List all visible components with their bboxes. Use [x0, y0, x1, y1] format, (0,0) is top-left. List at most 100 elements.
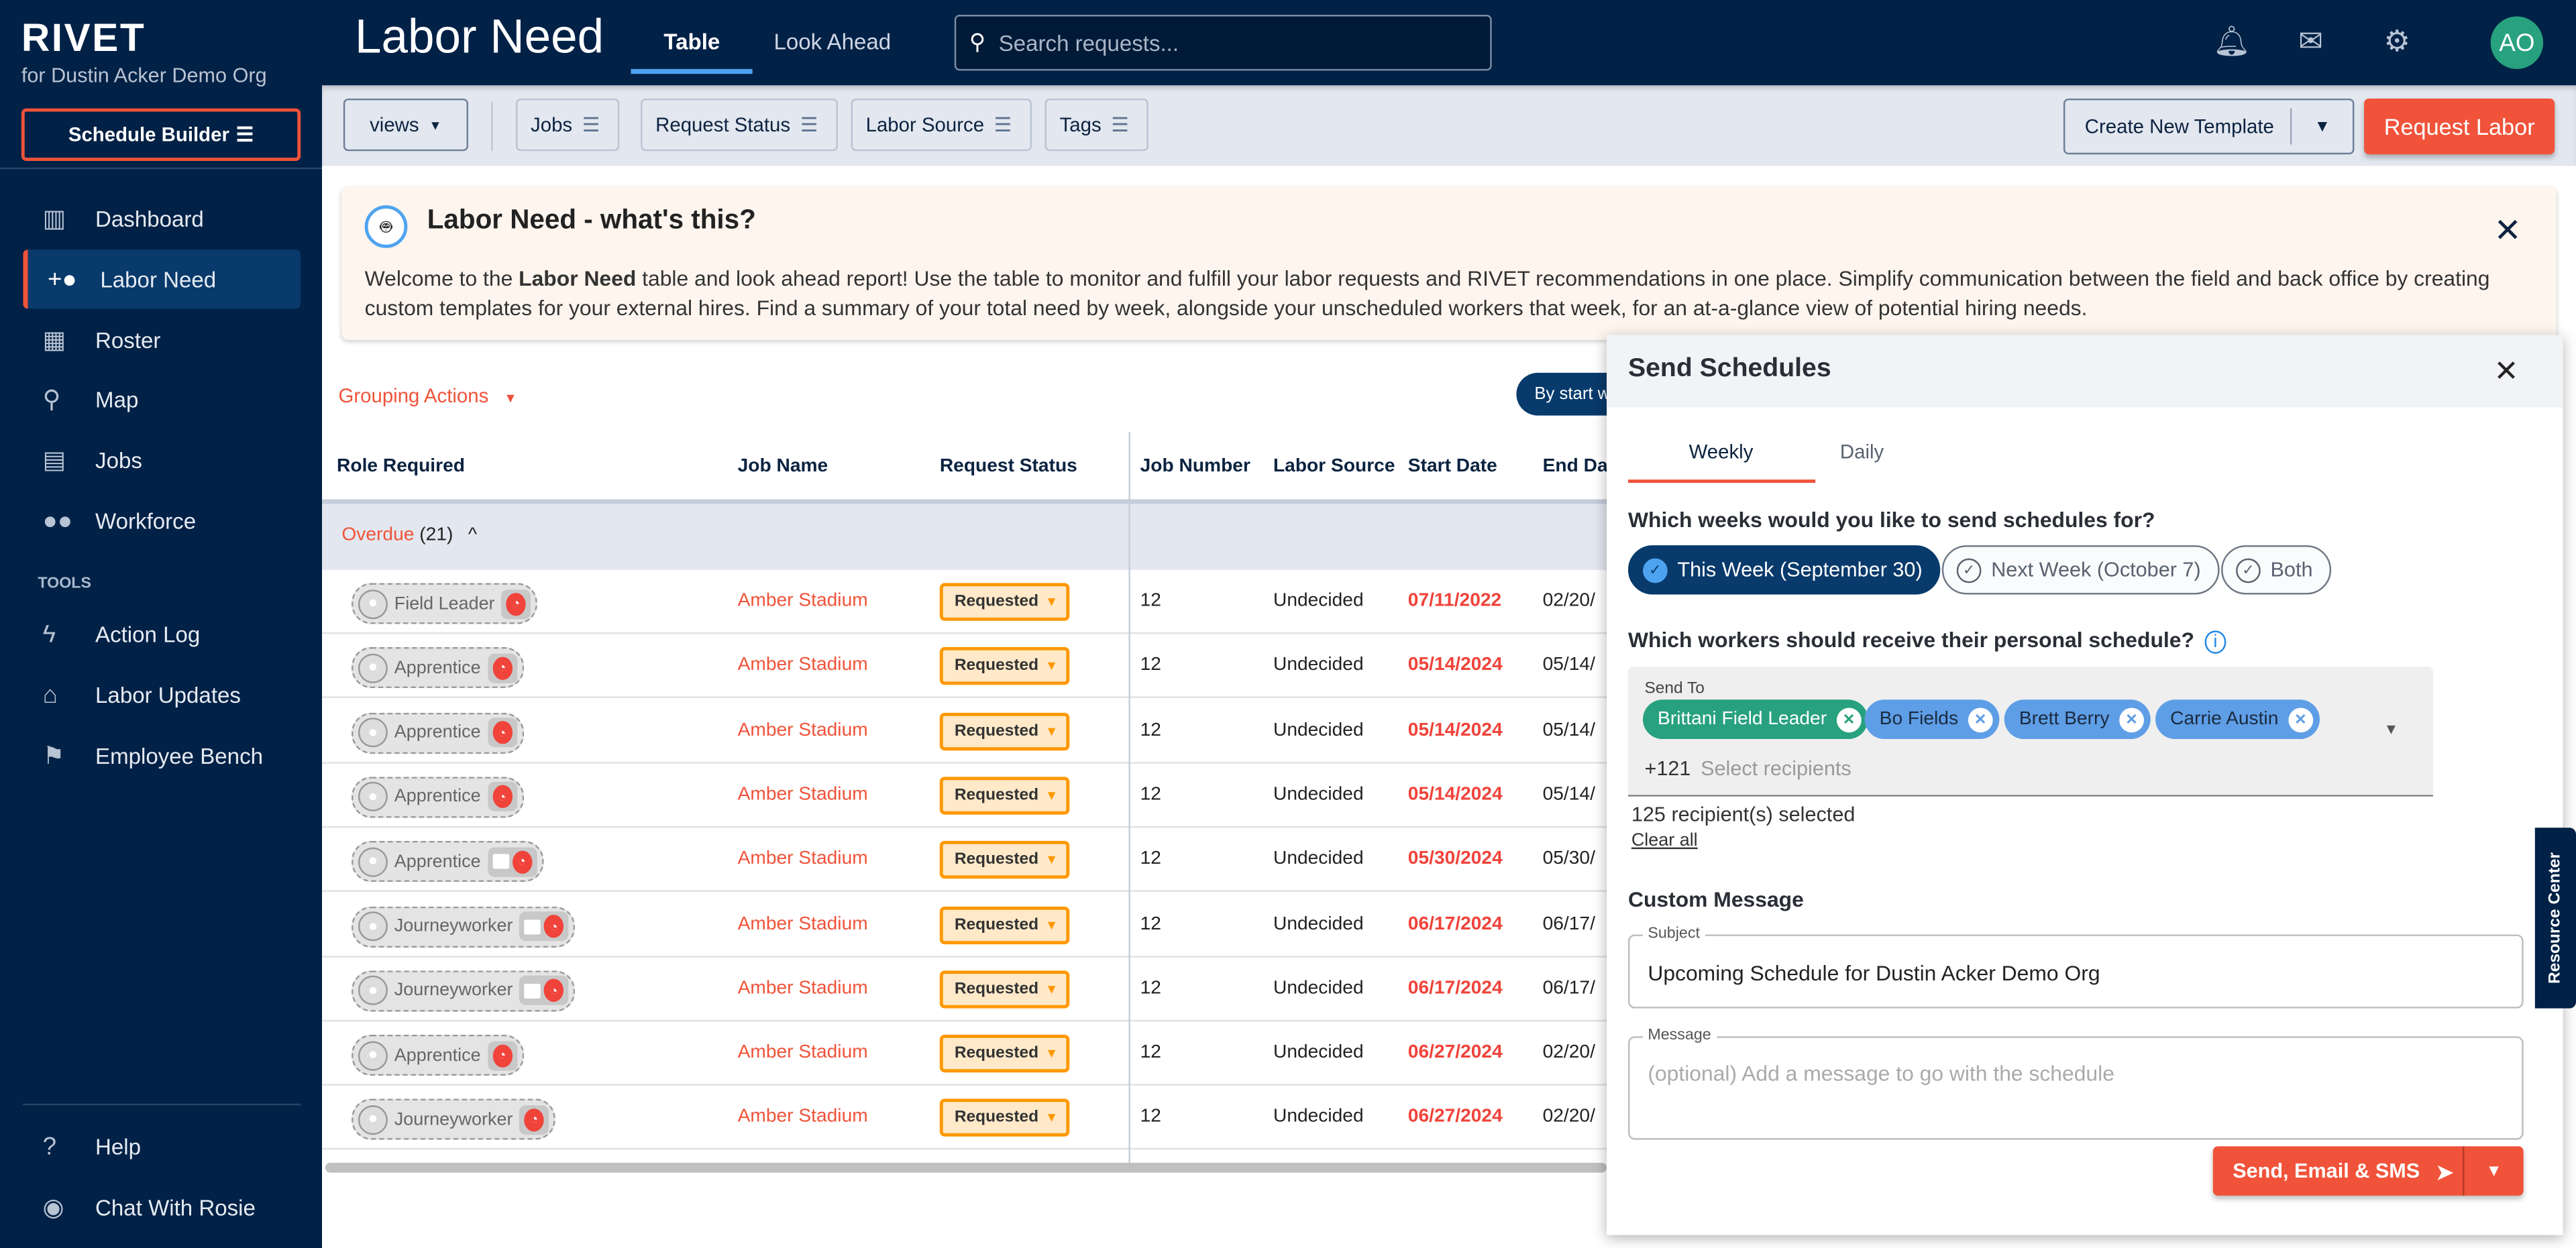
mail-icon[interactable]: ✉	[2298, 25, 2323, 59]
col-start-date[interactable]: Start Date	[1408, 457, 1497, 476]
info-icon[interactable]: i	[2205, 630, 2226, 654]
role-chip[interactable]: ● Field Leader ◔	[352, 583, 538, 624]
role-chip[interactable]: ● Apprentice ◔	[352, 1035, 524, 1076]
role-chip[interactable]: ● Apprentice ◔	[352, 841, 543, 883]
role-chip[interactable]: ● Apprentice ◔	[352, 777, 524, 818]
remove-icon[interactable]: ✕	[2119, 707, 2144, 732]
message-field[interactable]: Message	[1627, 1026, 2524, 1140]
create-template-label[interactable]: Create New Template	[2065, 108, 2292, 145]
recipient-chip[interactable]: Brett Berry ✕	[2004, 699, 2151, 740]
sidebar-item-jobs[interactable]: ▤ Jobs	[23, 431, 301, 490]
resource-center-tab[interactable]: Resource Center	[2534, 828, 2576, 1009]
search-input[interactable]	[998, 30, 1459, 56]
clear-all-link[interactable]: Clear all	[1631, 831, 1698, 850]
job-name-link[interactable]: Amber Stadium	[738, 785, 868, 804]
col-labor-source[interactable]: Labor Source	[1273, 457, 1395, 476]
filter-request-status[interactable]: Request Status ☰	[641, 98, 839, 152]
request-status-dropdown[interactable]: Requested ▼	[939, 777, 1070, 815]
group-row-overdue[interactable]: Overdue (21) ^	[322, 504, 1620, 570]
avatar[interactable]: AO	[2490, 16, 2544, 69]
remove-icon[interactable]: ✕	[2288, 707, 2313, 732]
caret-down-icon[interactable]: ▼	[2292, 117, 2353, 135]
close-icon[interactable]: ✕	[2494, 355, 2519, 389]
close-icon[interactable]: ✕	[2494, 210, 2522, 251]
remove-icon[interactable]: ✕	[1968, 707, 1993, 732]
role-chip[interactable]: ● Apprentice ◔	[352, 712, 524, 754]
job-name-link[interactable]: Amber Stadium	[738, 656, 868, 675]
chevron-up-icon[interactable]: ^	[468, 526, 477, 545]
job-name-link[interactable]: Amber Stadium	[738, 1043, 868, 1062]
request-status-dropdown[interactable]: Requested ▼	[939, 1035, 1070, 1073]
recipient-chip[interactable]: Brittani Field Leader ✕	[1643, 699, 1868, 740]
sidebar-item-employee-bench[interactable]: ⚑ Employee Bench	[23, 726, 301, 785]
job-name-link[interactable]: Amber Stadium	[738, 591, 868, 611]
bell-icon[interactable]: 🔔︎	[2213, 25, 2251, 59]
filter-labor-source[interactable]: Labor Source ☰	[851, 98, 1032, 152]
table-row[interactable]: ● Journeyworker ◔ Amber Stadium Requested ▼ 12…	[322, 957, 1620, 1021]
sidebar-item-chat-with-rosie[interactable]: ◉ Chat With Rosie	[23, 1178, 301, 1237]
table-row[interactable]: ● Journeyworker ◔ Amber Stadium Requested ▼ 12…	[322, 1086, 1620, 1151]
table-row[interactable]: ● Apprentice ◔ Amber Stadium Requested ▼ 12 Und…	[322, 699, 1620, 763]
job-name-link[interactable]: Amber Stadium	[738, 850, 868, 869]
job-name-link[interactable]: Amber Stadium	[738, 978, 868, 998]
sidebar-item-dashboard[interactable]: ▥ Dashboard	[23, 189, 301, 248]
request-labor-button[interactable]: Request Labor	[2364, 98, 2555, 155]
subject-field[interactable]: Subject	[1627, 924, 2524, 1009]
grouping-actions-dropdown[interactable]: Grouping Actions ▼	[338, 384, 517, 407]
create-new-template-button[interactable]: Create New Template ▼	[2063, 98, 2355, 155]
request-status-dropdown[interactable]: Requested ▼	[939, 841, 1070, 879]
sidebar-item-help[interactable]: ? Help	[23, 1117, 301, 1176]
table-row[interactable]: ● Apprentice ◔ Amber Stadium Requested ▼ 12 Und…	[322, 634, 1620, 699]
request-status-dropdown[interactable]: Requested ▼	[939, 712, 1070, 750]
tab-daily[interactable]: Daily	[1840, 440, 1884, 463]
table-row[interactable]: ● Apprentice ◔ Amber Stadium Requested ▼ 12 Und…	[322, 828, 1620, 893]
remove-icon[interactable]: ✕	[1836, 707, 1862, 732]
tab-look-ahead[interactable]: Look Ahead	[773, 30, 891, 54]
message-input[interactable]	[1648, 1061, 2504, 1111]
role-chip[interactable]: ● Journeyworker ◔	[352, 1099, 556, 1141]
tab-table[interactable]: Table	[663, 30, 720, 54]
recipient-chip[interactable]: Carrie Austin ✕	[2155, 699, 2320, 740]
request-status-dropdown[interactable]: Requested ▼	[939, 583, 1070, 621]
sidebar-item-workforce[interactable]: ●● Workforce	[23, 491, 301, 550]
tab-weekly[interactable]: Weekly	[1689, 440, 1754, 463]
role-chip[interactable]: ● Journeyworker ◔	[352, 970, 576, 1012]
request-status-dropdown[interactable]: Requested ▼	[939, 905, 1070, 944]
col-request-status[interactable]: Request Status	[940, 457, 1077, 476]
send-to-select[interactable]: Send To Brittani Field Leader ✕ Bo Fields ✕…	[1627, 667, 2433, 797]
sidebar-item-roster[interactable]: ▦ Roster	[23, 310, 301, 370]
job-name-link[interactable]: Amber Stadium	[738, 914, 868, 933]
recipient-chip[interactable]: Bo Fields ✕	[1864, 699, 2000, 740]
caret-down-icon[interactable]: ▼	[2383, 721, 2398, 737]
search-box[interactable]: ⚲	[954, 15, 1492, 71]
table-row[interactable]: ● Field Leader ◔ Amber Stadium Requested ▼ 12 U…	[322, 570, 1620, 634]
filter-tags[interactable]: Tags ☰	[1044, 98, 1149, 152]
col-job-name[interactable]: Job Name	[738, 457, 828, 476]
recipients-more[interactable]: +121 Select recipients	[1644, 757, 1851, 780]
week-option-both[interactable]: ✓ Both	[2221, 545, 2331, 595]
table-row[interactable]: ● Apprentice ◔ Amber Stadium Requested ▼ 12 Und…	[322, 1022, 1620, 1086]
schedule-builder-button[interactable]: Schedule Builder ☰	[21, 108, 301, 162]
send-main[interactable]: Send, Email & SMS ➤	[2213, 1146, 2465, 1196]
role-chip[interactable]: ● Apprentice ◔	[352, 647, 524, 689]
caret-down-icon[interactable]: ▼	[2464, 1162, 2523, 1180]
request-status-dropdown[interactable]: Requested ▼	[939, 970, 1070, 1009]
send-email-sms-button[interactable]: Send, Email & SMS ➤ ▼	[2212, 1146, 2524, 1196]
subject-input[interactable]	[1648, 960, 2504, 986]
recipients-placeholder[interactable]: Select recipients	[1701, 757, 1851, 780]
gear-icon[interactable]: ⚙	[2383, 25, 2410, 59]
table-row[interactable]: ● Journeyworker ◔ Amber Stadium Requested ▼ 12…	[322, 893, 1620, 957]
filter-jobs[interactable]: Jobs ☰	[515, 98, 621, 152]
views-dropdown[interactable]: views ▼	[343, 98, 468, 152]
horizontal-scrollbar[interactable]	[325, 1162, 1607, 1173]
week-option-this-week[interactable]: ✓ This Week (September 30)	[1627, 545, 1941, 595]
request-status-dropdown[interactable]: Requested ▼	[939, 647, 1070, 685]
sidebar-item-map[interactable]: ⚲ Map	[23, 370, 301, 429]
job-name-link[interactable]: Amber Stadium	[738, 1108, 868, 1127]
week-option-next-week[interactable]: ✓ Next Week (October 7)	[1941, 545, 2219, 595]
table-row[interactable]: ● Apprentice ◔ Amber Stadium Requested ▼ 12 Und…	[322, 764, 1620, 828]
sidebar-item-labor-updates[interactable]: ⌂ Labor Updates	[23, 665, 301, 724]
job-name-link[interactable]: Amber Stadium	[738, 720, 868, 740]
request-status-dropdown[interactable]: Requested ▼	[939, 1099, 1070, 1137]
col-role-required[interactable]: Role Required	[337, 457, 465, 476]
